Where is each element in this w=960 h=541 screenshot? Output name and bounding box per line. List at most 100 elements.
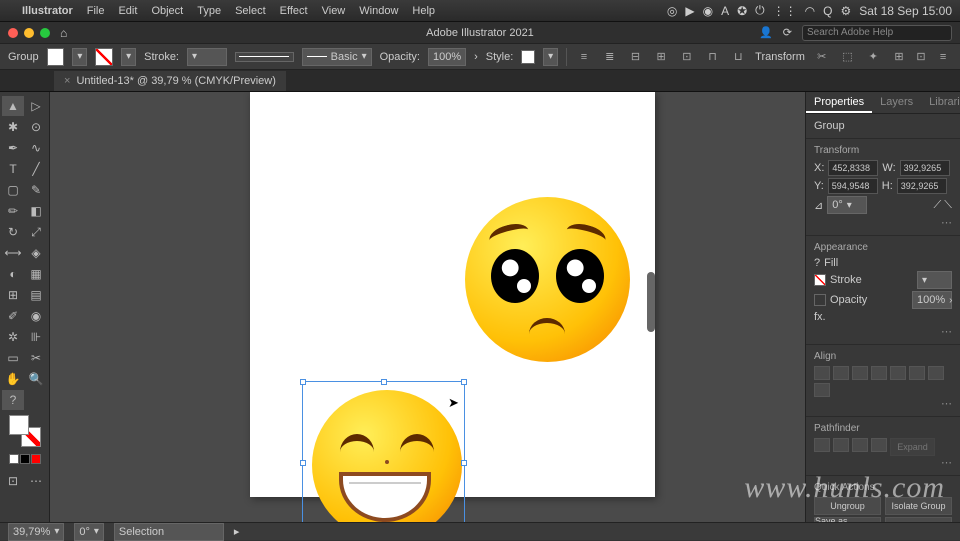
fx-row[interactable]: fx. [814, 311, 826, 323]
free-transform-tool[interactable]: ◈ [25, 243, 47, 263]
stroke-dropdown[interactable]: ▾ [121, 48, 136, 66]
canvas[interactable]: ➤ [50, 92, 805, 522]
mesh-tool[interactable]: ⊞ [2, 285, 24, 305]
zoom-level[interactable]: 39,79%▾ [8, 523, 64, 541]
menu-type[interactable]: Type [197, 5, 221, 17]
document-tab[interactable]: × Untitled-13* @ 39,79 % (CMYK/Preview) [54, 71, 286, 91]
scale-tool[interactable]: ⤢ [25, 222, 47, 242]
home-icon[interactable]: ⌂ [60, 26, 67, 40]
close-tab-icon[interactable]: × [64, 75, 70, 87]
spotlight-icon[interactable]: Q [823, 4, 832, 18]
align-bottom[interactable] [909, 366, 925, 380]
color-mode-swatches[interactable] [2, 452, 47, 466]
eraser-tool[interactable]: ◧ [25, 201, 47, 221]
style-swatch[interactable] [521, 50, 535, 64]
rotate-input[interactable]: 0°▾ [827, 196, 867, 214]
menu-effect[interactable]: Effect [280, 5, 308, 17]
align-top[interactable] [871, 366, 887, 380]
transform-h[interactable] [897, 178, 947, 194]
selection-tool[interactable]: ▲ [2, 96, 24, 116]
tab-libraries[interactable]: Libraries [921, 92, 960, 113]
app-name[interactable]: Illustrator [22, 5, 73, 17]
align-icon[interactable]: ⊡ [678, 48, 696, 66]
misc-icon[interactable]: ✂ [813, 48, 831, 66]
zoom-tool[interactable]: 🔍 [25, 369, 47, 389]
stroke-profile[interactable] [235, 52, 294, 62]
fill-dropdown[interactable]: ▾ [72, 48, 87, 66]
opacity-input[interactable]: 100% [428, 48, 466, 66]
align-hcenter[interactable] [833, 366, 849, 380]
menu-select[interactable]: Select [235, 5, 266, 17]
perspective-tool[interactable]: ▦ [25, 264, 47, 284]
panel-menu-icon[interactable]: ≡ [934, 48, 952, 66]
ungroup-button[interactable]: Ungroup [814, 497, 881, 515]
shape-builder-tool[interactable]: ◐ [2, 264, 24, 284]
shaper-tool[interactable]: ✏ [2, 201, 24, 221]
eyedropper-tool[interactable]: ✐ [2, 306, 24, 326]
layout-icon[interactable]: ⊞ [890, 48, 908, 66]
help-tool[interactable]: ? [2, 390, 24, 410]
stroke-weight-panel[interactable]: ▾ [917, 271, 952, 289]
emoji-sad-face[interactable] [465, 197, 630, 362]
tool-hint[interactable]: Selection [114, 523, 224, 541]
align-right[interactable] [852, 366, 868, 380]
misc-icon[interactable]: ✦ [864, 48, 882, 66]
menu-window[interactable]: Window [359, 5, 398, 17]
menu-file[interactable]: File [87, 5, 105, 17]
clock[interactable]: Sat 18 Sep 15:00 [859, 4, 952, 18]
rectangle-tool[interactable]: ▢ [2, 180, 24, 200]
menu-edit[interactable]: Edit [118, 5, 137, 17]
rotate-view[interactable]: 0°▾ [74, 523, 104, 541]
isolate-button[interactable]: Isolate Group [885, 497, 952, 515]
menu-view[interactable]: View [322, 5, 346, 17]
pathfinder-exclude[interactable] [871, 438, 887, 452]
menu-help[interactable]: Help [412, 5, 435, 17]
wifi-icon[interactable]: ◠ [805, 4, 815, 18]
wifi-icon[interactable]: ⋮⋮ [773, 4, 797, 18]
menu-object[interactable]: Object [151, 5, 183, 17]
align-vcenter[interactable] [890, 366, 906, 380]
direct-selection-tool[interactable]: ▷ [25, 96, 47, 116]
style-dropdown[interactable]: ▾ [543, 48, 558, 66]
transform-w[interactable] [900, 160, 950, 176]
stroke-swatch[interactable] [814, 274, 826, 286]
transform-link[interactable]: Transform [755, 51, 805, 63]
align-icon[interactable]: ⊞ [652, 48, 670, 66]
fill-swatch[interactable] [47, 48, 65, 66]
fill-stroke-control[interactable] [9, 415, 41, 447]
align-icon[interactable]: ⊟ [627, 48, 645, 66]
pathfinder-intersect[interactable] [852, 438, 868, 452]
selection-bounding-box[interactable] [302, 381, 465, 522]
curvature-tool[interactable]: ∿ [25, 138, 47, 158]
blend-tool[interactable]: ◉ [25, 306, 47, 326]
pen-tool[interactable]: ✒ [2, 138, 24, 158]
magic-wand-tool[interactable]: ✱ [2, 117, 24, 137]
fill-row[interactable]: Fill [824, 257, 838, 269]
align-left[interactable] [814, 366, 830, 380]
graph-tool[interactable]: ⊪ [25, 327, 47, 347]
align-icon[interactable]: ≡ [575, 48, 593, 66]
gradient-tool[interactable]: ▤ [25, 285, 47, 305]
hand-tool[interactable]: ✋ [2, 369, 24, 389]
pathfinder-unite[interactable] [814, 438, 830, 452]
zoom-window[interactable] [40, 28, 50, 38]
resize-handle[interactable] [381, 379, 387, 385]
opacity-panel[interactable]: 100%› [912, 291, 952, 309]
edit-toolbar[interactable]: ⋯ [25, 471, 47, 491]
symbol-sprayer-tool[interactable]: ✲ [2, 327, 24, 347]
paintbrush-tool[interactable]: ✎ [25, 180, 47, 200]
align-icon[interactable]: ⊔ [729, 48, 747, 66]
align-icon[interactable]: ≣ [601, 48, 619, 66]
vertical-scrollbar[interactable] [647, 272, 655, 332]
width-tool[interactable]: ⟷ [2, 243, 24, 263]
artboard-tool[interactable]: ▭ [2, 348, 24, 368]
layout-icon[interactable]: ⊡ [912, 48, 930, 66]
screen-mode[interactable]: ⊡ [2, 471, 24, 491]
tab-properties[interactable]: Properties [806, 92, 872, 113]
resize-handle[interactable] [300, 460, 306, 466]
misc-icon[interactable]: ⬚ [839, 48, 857, 66]
stroke-weight[interactable]: ▾ [187, 48, 227, 66]
lasso-tool[interactable]: ⊙ [25, 117, 47, 137]
align-icon[interactable]: ⊓ [704, 48, 722, 66]
stroke-swatch[interactable] [95, 48, 113, 66]
